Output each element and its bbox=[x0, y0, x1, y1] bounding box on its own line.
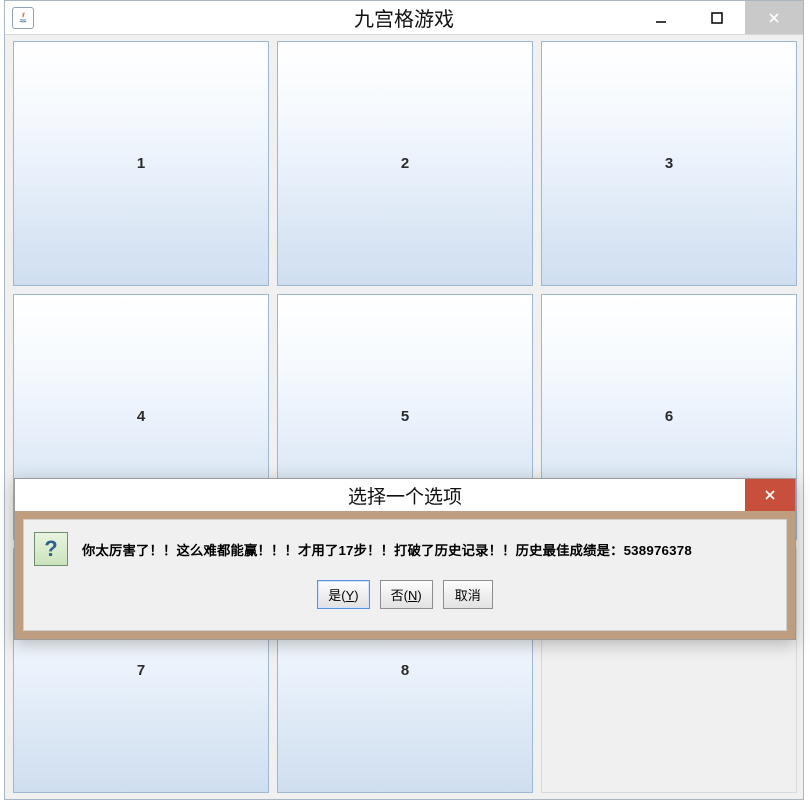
dialog-title: 选择一个选项 bbox=[15, 482, 795, 509]
dialog-titlebar[interactable]: 选择一个选项 bbox=[15, 479, 795, 511]
tile-label: 3 bbox=[665, 155, 673, 172]
maximize-button[interactable] bbox=[689, 1, 745, 34]
tile-label: 2 bbox=[401, 155, 409, 172]
java-app-icon bbox=[12, 7, 34, 29]
dialog-button-row: 是(Y) 否(N) 取消 bbox=[34, 580, 776, 609]
yes-label: 是 bbox=[328, 588, 341, 603]
cancel-label: 取消 bbox=[455, 588, 481, 603]
titlebar[interactable]: 九宫格游戏 bbox=[5, 1, 803, 35]
message-panel: ? 你太厉害了！！这么难都能赢！！！才用了17步！！打破了历史记录！！历史最佳成… bbox=[23, 519, 787, 631]
main-window: 九宫格游戏 1 2 3 4 5 6 7 8 bbox=[4, 0, 804, 800]
close-button[interactable] bbox=[745, 1, 803, 34]
tile-label: 1 bbox=[137, 155, 145, 172]
dialog-body: ? 你太厉害了！！这么难都能赢！！！才用了17步！！打破了历史记录！！历史最佳成… bbox=[15, 511, 795, 639]
message-row: ? 你太厉害了！！这么难都能赢！！！才用了17步！！打破了历史记录！！历史最佳成… bbox=[34, 532, 776, 566]
minimize-button[interactable] bbox=[633, 1, 689, 34]
tile-1[interactable]: 1 bbox=[13, 41, 269, 286]
no-button[interactable]: 否(N) bbox=[380, 580, 433, 609]
tile-label: 6 bbox=[665, 408, 673, 425]
tile-label: 7 bbox=[137, 662, 145, 679]
no-label: 否 bbox=[391, 588, 404, 603]
option-dialog: 选择一个选项 ? 你太厉害了！！这么难都能赢！！！才用了17步！！打破了历史记录… bbox=[14, 478, 796, 640]
window-controls bbox=[633, 1, 803, 34]
dialog-message: 你太厉害了！！这么难都能赢！！！才用了17步！！打破了历史记录！！历史最佳成绩是… bbox=[82, 540, 692, 559]
yes-button[interactable]: 是(Y) bbox=[317, 580, 369, 609]
tile-2[interactable]: 2 bbox=[277, 41, 533, 286]
tile-label: 4 bbox=[137, 408, 145, 425]
dialog-close-button[interactable] bbox=[745, 479, 795, 511]
puzzle-grid: 1 2 3 4 5 6 7 8 bbox=[13, 41, 797, 793]
yes-mnemonic: Y bbox=[346, 588, 355, 603]
no-mnemonic: N bbox=[408, 588, 417, 603]
tile-label: 5 bbox=[401, 408, 409, 425]
tile-label: 8 bbox=[401, 662, 409, 679]
cancel-button[interactable]: 取消 bbox=[443, 580, 493, 609]
tile-3[interactable]: 3 bbox=[541, 41, 797, 286]
question-icon: ? bbox=[34, 532, 68, 566]
